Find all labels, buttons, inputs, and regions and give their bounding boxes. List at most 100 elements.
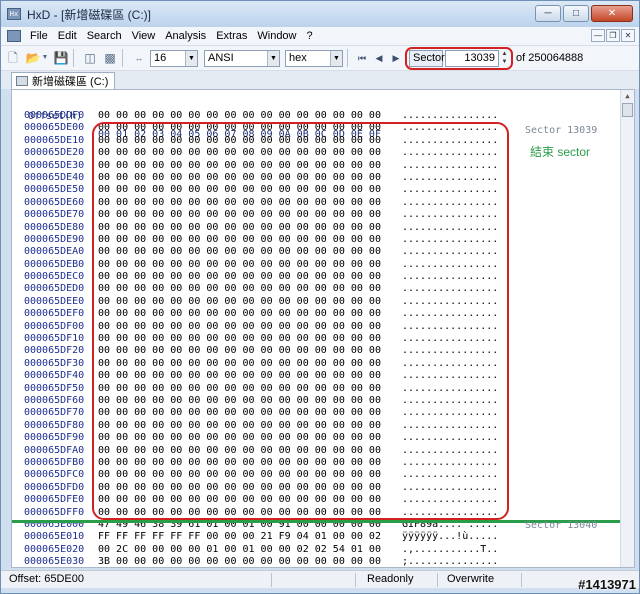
row-offset: 000065DFF0 <box>24 506 85 518</box>
bytes-per-row-icon: ↔ <box>134 53 144 63</box>
sector-highlight-annotation <box>405 47 513 70</box>
row-offset: 000065DF40 <box>24 370 85 382</box>
chevron-down-icon[interactable]: ▼ <box>267 50 279 66</box>
menu-search[interactable]: Search <box>82 30 127 42</box>
window-title: HxD - [新增磁碟區 (C:)] <box>27 7 151 22</box>
mdi-restore-icon[interactable]: ❐ <box>606 29 620 42</box>
window-controls: ─ □ ✕ <box>535 5 633 22</box>
close-icon[interactable]: ✕ <box>591 5 633 22</box>
row-offset: 000065DF30 <box>24 357 85 369</box>
menu-extras[interactable]: Extras <box>211 30 252 42</box>
row-ascii: ;............... <box>402 556 499 568</box>
hex-row[interactable]: 000065E020 00 2C 00 00 00 00 01 00 01 00 … <box>12 544 622 556</box>
menu-bar: File Edit Search View Analysis Extras Wi… <box>1 27 639 46</box>
tab-label: 新增磁碟區 (C:) <box>32 76 109 88</box>
status-bar: Offset: 65DE00 Readonly Overwrite <box>1 570 639 588</box>
status-divider <box>271 573 272 587</box>
end-sector-annotation: 結束 sector <box>530 145 591 159</box>
row-offset: 000065DF60 <box>24 394 85 406</box>
row-offset: 000065DEE0 <box>24 295 85 307</box>
row-bytes: FF FF FF FF FF FF 00 00 00 21 F9 04 01 0… <box>98 531 381 543</box>
row-offset: 000065DF20 <box>24 345 85 357</box>
dropdown-arrow-icon[interactable]: ▼ <box>41 50 49 66</box>
offset-base-value: hex <box>289 52 307 64</box>
row-offset: 000065DE30 <box>24 159 85 171</box>
row-offset: 000065DE80 <box>24 221 85 233</box>
menu-window[interactable]: Window <box>252 30 301 42</box>
tab-drive-c[interactable]: 新增磁碟區 (C:) <box>11 72 116 89</box>
row-bytes: 00 2C 00 00 00 00 01 00 01 00 00 02 02 5… <box>98 543 381 555</box>
sector-start-marker: Sector 13039 <box>525 125 598 136</box>
mdi-close-icon[interactable]: ✕ <box>621 29 635 42</box>
row-offset: 000065DE40 <box>24 171 85 183</box>
new-file-icon[interactable]: 🗋 <box>5 50 21 66</box>
menu-analysis[interactable]: Analysis <box>160 30 211 42</box>
scroll-up-icon[interactable]: ▲ <box>621 90 634 102</box>
row-offset: 000065DE70 <box>24 209 85 221</box>
open-folder-icon[interactable]: 📂 <box>25 50 41 66</box>
row-offset: 000065DE60 <box>24 196 85 208</box>
next-sector-icon[interactable]: ▶ <box>389 50 403 66</box>
document-icon[interactable] <box>7 30 21 42</box>
maximize-icon[interactable]: □ <box>563 5 589 22</box>
hex-row[interactable]: 000065E030 3B 00 00 00 00 00 00 00 00 00 … <box>12 556 622 568</box>
scroll-thumb[interactable] <box>622 103 633 117</box>
menu-file[interactable]: File <box>25 30 53 42</box>
row-offset: 000065DE00 <box>24 122 85 134</box>
title-bar: Hx HxD - [新增磁碟區 (C:)] ─ □ ✕ <box>1 1 639 27</box>
menu-view[interactable]: View <box>127 30 161 42</box>
drive-icon <box>16 76 28 86</box>
hex-row[interactable]: 000065DDF0 00 00 00 00 00 00 00 00 00 00 … <box>12 110 622 122</box>
hxd-window: Hx HxD - [新增磁碟區 (C:)] ─ □ ✕ File Edit Se… <box>0 0 640 594</box>
row-offset: 000065E010 <box>24 531 85 543</box>
row-offset: 000065DF80 <box>24 419 85 431</box>
charset-value: ANSI <box>208 52 234 64</box>
row-offset: 000065DEC0 <box>24 271 85 283</box>
save-icon[interactable]: 💾 <box>53 50 69 66</box>
row-offset: 000065DFA0 <box>24 444 85 456</box>
status-divider <box>437 573 438 587</box>
chevron-down-icon[interactable]: ▼ <box>185 50 197 66</box>
row-offset: 000065DFD0 <box>24 481 85 493</box>
offset-base-select[interactable]: hex ▼ <box>285 49 343 67</box>
toolbar: 🗋 📂 ▼ 💾 ◫ ▩ ↔ 16 ▼ ANSI ▼ hex ▼ ⏮ ◀ ▶ ⏭ … <box>1 46 639 71</box>
menu-help[interactable]: ? <box>302 30 318 42</box>
status-divider <box>355 573 356 587</box>
row-offset: 000065DED0 <box>24 283 85 295</box>
row-offset: 000065DE50 <box>24 184 85 196</box>
first-sector-icon[interactable]: ⏮ <box>355 50 369 66</box>
previous-sector-icon[interactable]: ◀ <box>372 50 386 66</box>
status-overwrite: Overwrite <box>447 573 495 585</box>
vertical-scrollbar[interactable]: ▲ <box>620 90 634 567</box>
mdi-controls: — ❐ ✕ <box>591 29 635 42</box>
row-offset: 000065DFB0 <box>24 456 85 468</box>
row-offset: 000065DFC0 <box>24 469 85 481</box>
ram-icon[interactable]: ▩ <box>102 50 118 66</box>
watermark: #1413971 <box>578 577 636 592</box>
sector-next-marker: Sector 13040 <box>525 520 598 531</box>
disk-icon[interactable]: ◫ <box>82 50 98 66</box>
toolbar-separator <box>73 49 74 67</box>
row-ascii: ................ <box>402 110 499 121</box>
chevron-down-icon[interactable]: ▼ <box>330 50 342 66</box>
hex-editor[interactable]: Offset(h) 00 01 02 03 04 05 06 07 08 09 … <box>11 89 635 568</box>
row-offset: 000065DEF0 <box>24 308 85 320</box>
row-offset: 000065DE20 <box>24 147 85 159</box>
minimize-icon[interactable]: ─ <box>535 5 561 22</box>
hex-column-header: Offset(h) 00 01 02 03 04 05 06 07 08 09 … <box>12 90 622 140</box>
row-offset: 000065DF00 <box>24 320 85 332</box>
status-offset: Offset: 65DE00 <box>9 573 85 585</box>
status-readonly: Readonly <box>367 573 414 585</box>
mdi-minimize-icon[interactable]: — <box>591 29 605 42</box>
hex-row[interactable]: 000065E010 FF FF FF FF FF FF 00 00 00 21 … <box>12 531 622 543</box>
row-offset: 000065DEA0 <box>24 246 85 258</box>
menu-edit[interactable]: Edit <box>53 30 82 42</box>
toolbar-separator <box>122 49 123 67</box>
row-offset: 000065DE90 <box>24 233 85 245</box>
row-ascii: ÿÿÿÿÿÿ...!ù..... <box>402 531 499 543</box>
charset-select[interactable]: ANSI ▼ <box>204 49 280 67</box>
toolbar-separator <box>347 49 348 67</box>
row-offset: 000065DFE0 <box>24 494 85 506</box>
bytes-per-row-select[interactable]: 16 ▼ <box>150 49 198 67</box>
status-divider <box>521 573 522 587</box>
